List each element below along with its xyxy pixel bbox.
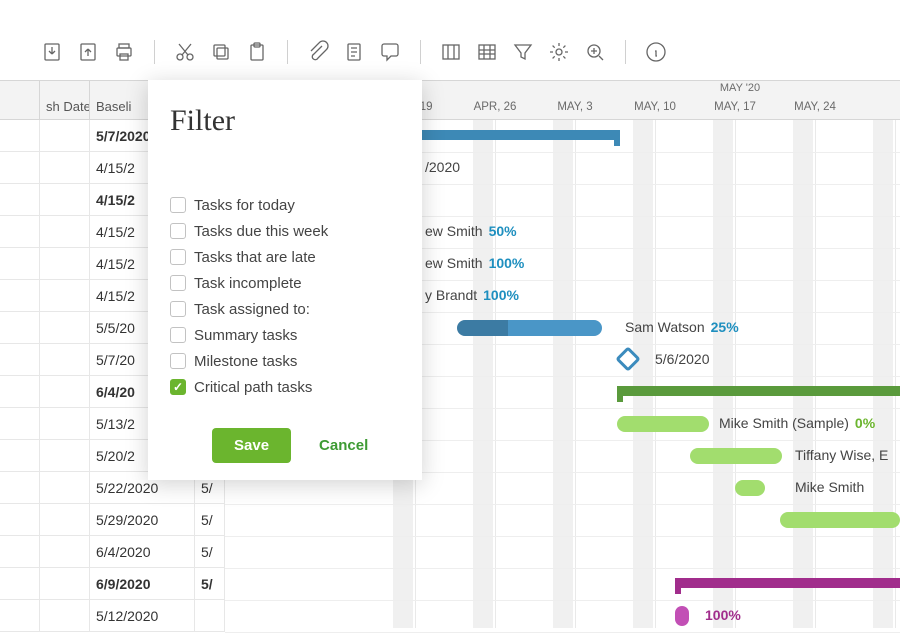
task-label: Tiffany Wise, E [795,447,888,463]
filter-option[interactable]: Task incomplete [170,270,400,296]
cell-col2: 5/ [195,536,225,567]
checkbox[interactable] [170,249,186,265]
summary-bar[interactable] [617,386,900,396]
task-label: y Brandt100% [425,287,519,303]
filter-option-label: Task incomplete [194,275,302,292]
settings-icon[interactable] [547,40,571,64]
checkbox[interactable] [170,223,186,239]
checkbox[interactable] [170,379,186,395]
checkbox[interactable] [170,327,186,343]
timeline-month-label: MAY '20 [705,82,775,94]
filter-option-label: Critical path tasks [194,379,312,396]
task-label: ew Smith100% [425,255,524,271]
zoom-icon[interactable] [583,40,607,64]
timeline-tick: MAY, 17 [703,101,767,113]
filter-option-label: Tasks for today [194,197,295,214]
filter-option[interactable]: Milestone tasks [170,348,400,374]
filter-option[interactable]: Critical path tasks [170,374,400,400]
checkbox[interactable] [170,353,186,369]
task-label: ew Smith50% [425,223,517,239]
cut-icon[interactable] [173,40,197,64]
toolbar [0,30,900,74]
task-label: Sam Watson25% [625,319,739,335]
toolbar-separator [420,40,421,64]
task-bar[interactable] [780,512,900,528]
toolbar-separator [287,40,288,64]
filter-option[interactable]: Tasks due this week [170,218,400,244]
task-bar[interactable] [690,448,782,464]
task-bar[interactable] [617,416,709,432]
note-icon[interactable] [342,40,366,64]
timeline-tick: MAY, 3 [543,101,607,113]
cancel-button[interactable]: Cancel [319,437,368,454]
cell-col2 [195,600,225,631]
toolbar-separator [154,40,155,64]
milestone-label: 5/6/2020 [655,351,710,367]
info-icon[interactable] [644,40,668,64]
filter-option[interactable]: Summary tasks [170,322,400,348]
filter-popup: Filter Tasks for today Tasks due this wee… [148,80,422,480]
filter-option[interactable]: Tasks that are late [170,244,400,270]
timeline-tick: MAY, 10 [623,101,687,113]
table-row[interactable]: 5/29/20205/ [0,504,225,536]
cell-date: 5/29/2020 [90,504,195,535]
task-label: Mike Smith [795,479,864,495]
grid-icon[interactable] [475,40,499,64]
filter-option-label: Tasks that are late [194,249,316,266]
filter-option[interactable]: Task assigned to: [170,296,400,322]
task-label: 100% [705,607,741,623]
filter-title: Filter [170,104,400,138]
download-icon[interactable] [40,40,64,64]
cell-col2: 5/ [195,504,225,535]
cell-date: 6/4/2020 [90,536,195,567]
save-button[interactable]: Save [212,428,291,463]
copy-icon[interactable] [209,40,233,64]
timeline-tick: MAY, 24 [783,101,847,113]
checkbox[interactable] [170,197,186,213]
print-icon[interactable] [112,40,136,64]
attach-icon[interactable] [306,40,330,64]
table-row[interactable]: 6/9/20205/ [0,568,225,600]
upload-icon[interactable] [76,40,100,64]
table-row[interactable]: 6/4/20205/ [0,536,225,568]
filter-option-label: Task assigned to: [194,301,310,318]
filter-option[interactable]: Tasks for today [170,192,400,218]
cell-date: 6/9/2020 [90,568,195,599]
columns-icon[interactable] [439,40,463,64]
filter-icon[interactable] [511,40,535,64]
cell-col2: 5/ [195,568,225,599]
task-pill[interactable] [675,606,689,626]
timeline-tick: APR, 26 [463,101,527,113]
filter-option-label: Summary tasks [194,327,297,344]
task-bar[interactable] [735,480,765,496]
filter-option-label: Milestone tasks [194,353,297,370]
col-finish-date[interactable]: sh Date [40,81,90,119]
cell-date: 5/12/2020 [90,600,195,631]
task-label: /2020 [425,159,460,175]
filter-option-label: Tasks due this week [194,223,328,240]
task-label: Mike Smith (Sample)0% [719,415,875,431]
summary-bar[interactable] [675,578,900,588]
paste-icon[interactable] [245,40,269,64]
checkbox[interactable] [170,275,186,291]
table-row[interactable]: 5/12/2020 [0,600,225,632]
toolbar-separator [625,40,626,64]
checkbox[interactable] [170,301,186,317]
comment-icon[interactable] [378,40,402,64]
